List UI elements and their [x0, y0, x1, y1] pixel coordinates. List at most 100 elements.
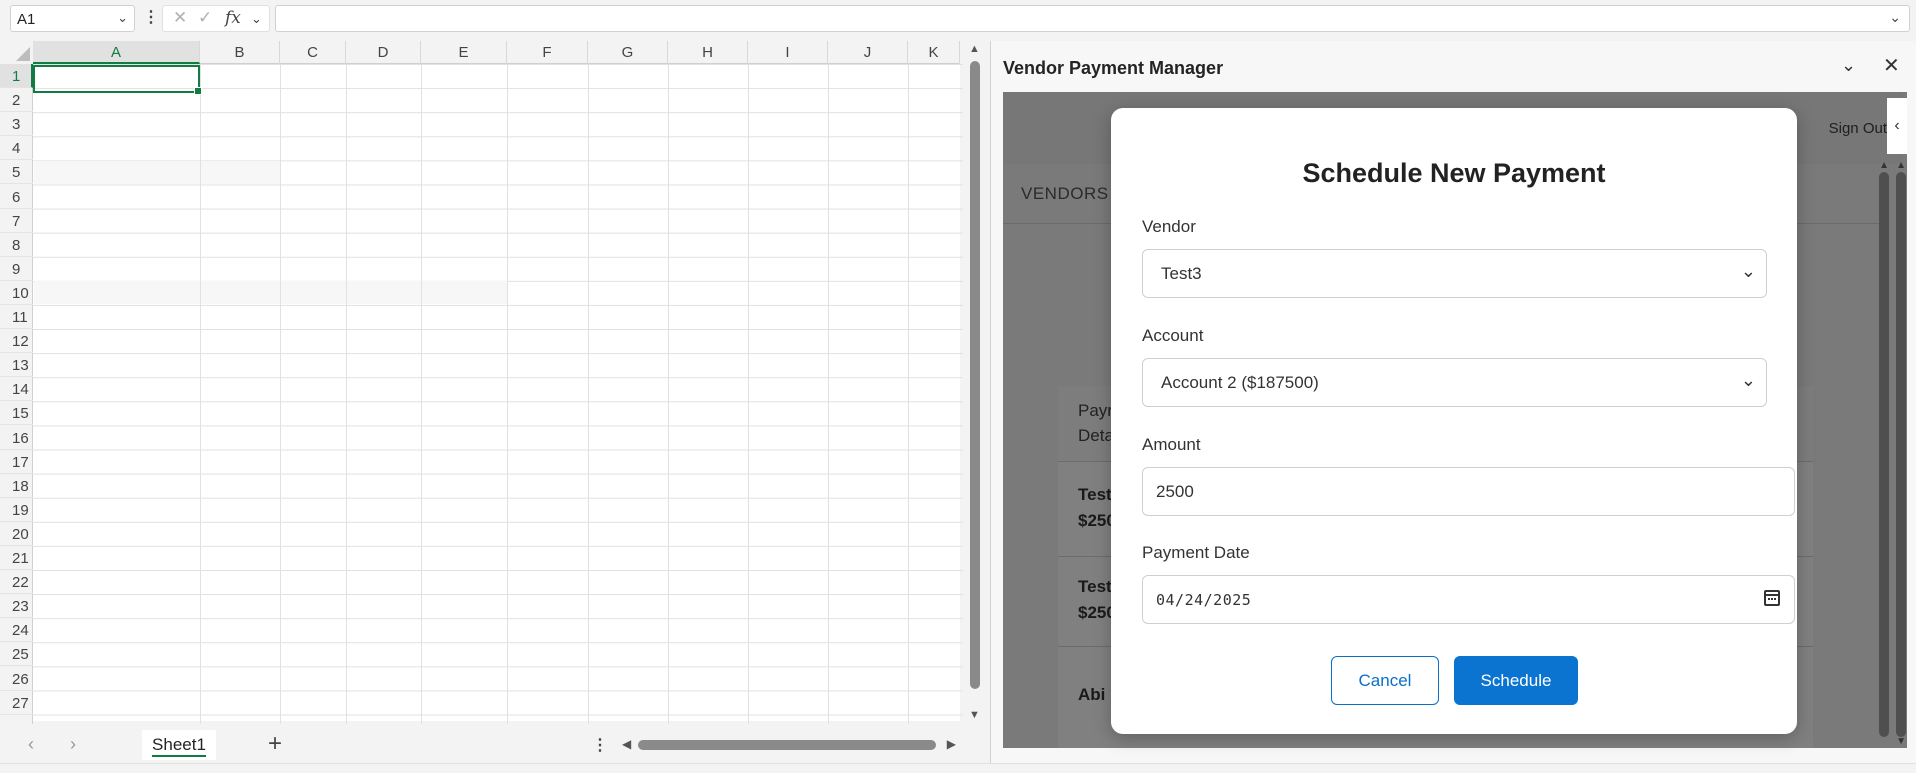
- row-header[interactable]: 1: [0, 64, 33, 88]
- scroll-right-icon[interactable]: ▶: [947, 737, 956, 751]
- table-cell: Abi: [1078, 685, 1106, 704]
- row-header[interactable]: 25: [0, 642, 33, 667]
- enter-formula-icon[interactable]: ✓: [198, 8, 212, 28]
- column-header-a[interactable]: A: [33, 41, 200, 64]
- payment-date-input[interactable]: 04/24/2025: [1142, 575, 1795, 624]
- expand-formula-bar-icon[interactable]: ⌄: [1889, 9, 1901, 26]
- name-box-value: A1: [17, 11, 36, 28]
- chevron-down-icon[interactable]: ⌄: [251, 11, 262, 27]
- account-label: Account: [1142, 326, 1204, 345]
- scroll-left-icon[interactable]: ◀: [622, 737, 631, 751]
- chevron-down-icon: ⌄: [1740, 261, 1756, 281]
- payment-date-label: Payment Date: [1142, 543, 1250, 562]
- spreadsheet-grid[interactable]: A B C D E F G H I J K 1 2 3 4 5 6 7 8 9 10 11 12 13 1…: [0, 41, 963, 724]
- row-header[interactable]: 22: [0, 570, 33, 595]
- vendor-select[interactable]: Test3 ⌄: [1142, 249, 1767, 298]
- amount-input[interactable]: 2500: [1142, 467, 1795, 516]
- chevron-down-icon[interactable]: ⌄: [117, 10, 128, 26]
- table-header-cell: Payr: [1078, 401, 1113, 420]
- chevron-right-icon[interactable]: ›: [70, 734, 76, 755]
- calendar-icon[interactable]: [1764, 590, 1780, 606]
- row-header[interactable]: 27: [0, 691, 33, 715]
- row-header[interactable]: 4: [0, 136, 33, 161]
- sheet-tab-sheet1[interactable]: Sheet1: [142, 730, 216, 760]
- row-header[interactable]: 18: [0, 474, 33, 498]
- column-header-i[interactable]: I: [748, 41, 828, 64]
- row-header[interactable]: 21: [0, 546, 33, 570]
- tab-vendors[interactable]: VENDORS: [1021, 184, 1109, 204]
- name-box[interactable]: A1 ⌄: [10, 5, 135, 32]
- formula-input[interactable]: ⌄: [275, 5, 1910, 32]
- scroll-thumb[interactable]: [638, 740, 936, 750]
- modal-title: Schedule New Payment: [1302, 158, 1606, 188]
- row-band: [34, 281, 507, 304]
- selected-cell[interactable]: [33, 65, 202, 95]
- column-header-e[interactable]: E: [421, 41, 507, 64]
- scroll-up-icon[interactable]: ▲: [1879, 160, 1889, 171]
- row-header[interactable]: 19: [0, 498, 33, 522]
- more-options-icon[interactable]: ⋮: [143, 7, 159, 27]
- scroll-up-icon[interactable]: ▲: [969, 43, 980, 55]
- row-header[interactable]: 6: [0, 185, 33, 209]
- horizontal-scrollbar[interactable]: ◀ ▶: [620, 737, 960, 753]
- chevron-left-icon[interactable]: ‹: [28, 734, 34, 755]
- select-all-corner[interactable]: [0, 41, 33, 64]
- add-sheet-icon[interactable]: +: [268, 730, 282, 758]
- row-header[interactable]: 14: [0, 377, 33, 402]
- row-header[interactable]: 11: [0, 305, 33, 329]
- add-in-scrollbar[interactable]: [1896, 172, 1906, 737]
- column-header-h[interactable]: H: [668, 41, 748, 64]
- column-header-c[interactable]: C: [280, 41, 346, 64]
- schedule-payment-modal: Schedule New Payment Vendor Test3 ⌄ Acco…: [1111, 108, 1797, 734]
- cancel-formula-icon[interactable]: ✕: [173, 8, 187, 28]
- cancel-button[interactable]: Cancel: [1331, 656, 1439, 705]
- row-header[interactable]: 8: [0, 233, 33, 257]
- formula-bar: A1 ⌄ ⋮ ✕ ✓ fx ⌄ ⌄: [0, 0, 1916, 36]
- column-gridline: [421, 64, 422, 724]
- chevron-down-icon: ⌄: [1740, 370, 1756, 390]
- column-header-k[interactable]: K: [908, 41, 960, 64]
- vendor-label: Vendor: [1142, 217, 1196, 236]
- schedule-button[interactable]: Schedule: [1454, 656, 1578, 705]
- column-gridline: [668, 64, 669, 724]
- row-header[interactable]: 16: [0, 426, 33, 450]
- vertical-scrollbar[interactable]: ▲ ▼: [966, 41, 986, 727]
- task-pane-title: Vendor Payment Manager: [1003, 58, 1224, 78]
- column-header-j[interactable]: J: [828, 41, 908, 64]
- row-header[interactable]: 7: [0, 209, 33, 233]
- scroll-up-icon[interactable]: ▲: [1896, 160, 1906, 171]
- sheet-tab-bar: ‹ › Sheet1 + ⋮ ◀ ▶: [0, 727, 990, 763]
- row-header[interactable]: 20: [0, 522, 33, 546]
- column-header-b[interactable]: B: [200, 41, 280, 64]
- row-header[interactable]: 26: [0, 667, 33, 691]
- chevron-left-icon[interactable]: ‹: [1887, 98, 1907, 154]
- row-header[interactable]: 5: [0, 160, 33, 185]
- row-header[interactable]: 23: [0, 594, 33, 619]
- add-in-scrollbar[interactable]: [1879, 172, 1889, 737]
- row-header[interactable]: 9: [0, 257, 33, 281]
- row-header[interactable]: 17: [0, 450, 33, 474]
- scroll-thumb[interactable]: [970, 61, 980, 689]
- column-header-d[interactable]: D: [346, 41, 421, 64]
- sign-out-link[interactable]: Sign Out: [1829, 120, 1887, 137]
- column-header-g[interactable]: G: [588, 41, 668, 64]
- more-options-icon[interactable]: ⋮: [592, 735, 608, 755]
- row-header[interactable]: 15: [0, 401, 33, 426]
- row-band: [34, 161, 280, 184]
- scroll-down-icon[interactable]: ▼: [1896, 736, 1906, 747]
- row-header[interactable]: 3: [0, 112, 33, 137]
- table-header-cell: Deta: [1078, 426, 1114, 445]
- row-header[interactable]: 10: [0, 281, 33, 305]
- row-header[interactable]: 24: [0, 618, 33, 643]
- column-header-f[interactable]: F: [507, 41, 588, 64]
- chevron-down-icon[interactable]: ⌄: [1841, 55, 1856, 76]
- insert-function-icon[interactable]: fx: [225, 8, 241, 28]
- account-select[interactable]: Account 2 ($187500) ⌄: [1142, 358, 1767, 407]
- row-headers: 1 2 3 4 5 6 7 8 9 10 11 12 13 14 15 16 17 18 19 20 21 22 23 24 2…: [0, 64, 33, 724]
- account-value: Account 2 ($187500): [1161, 373, 1319, 392]
- scroll-down-icon[interactable]: ▼: [969, 709, 980, 721]
- row-header[interactable]: 13: [0, 353, 33, 378]
- row-header[interactable]: 12: [0, 329, 33, 354]
- close-icon[interactable]: ✕: [1883, 53, 1900, 78]
- row-header[interactable]: 2: [0, 88, 33, 113]
